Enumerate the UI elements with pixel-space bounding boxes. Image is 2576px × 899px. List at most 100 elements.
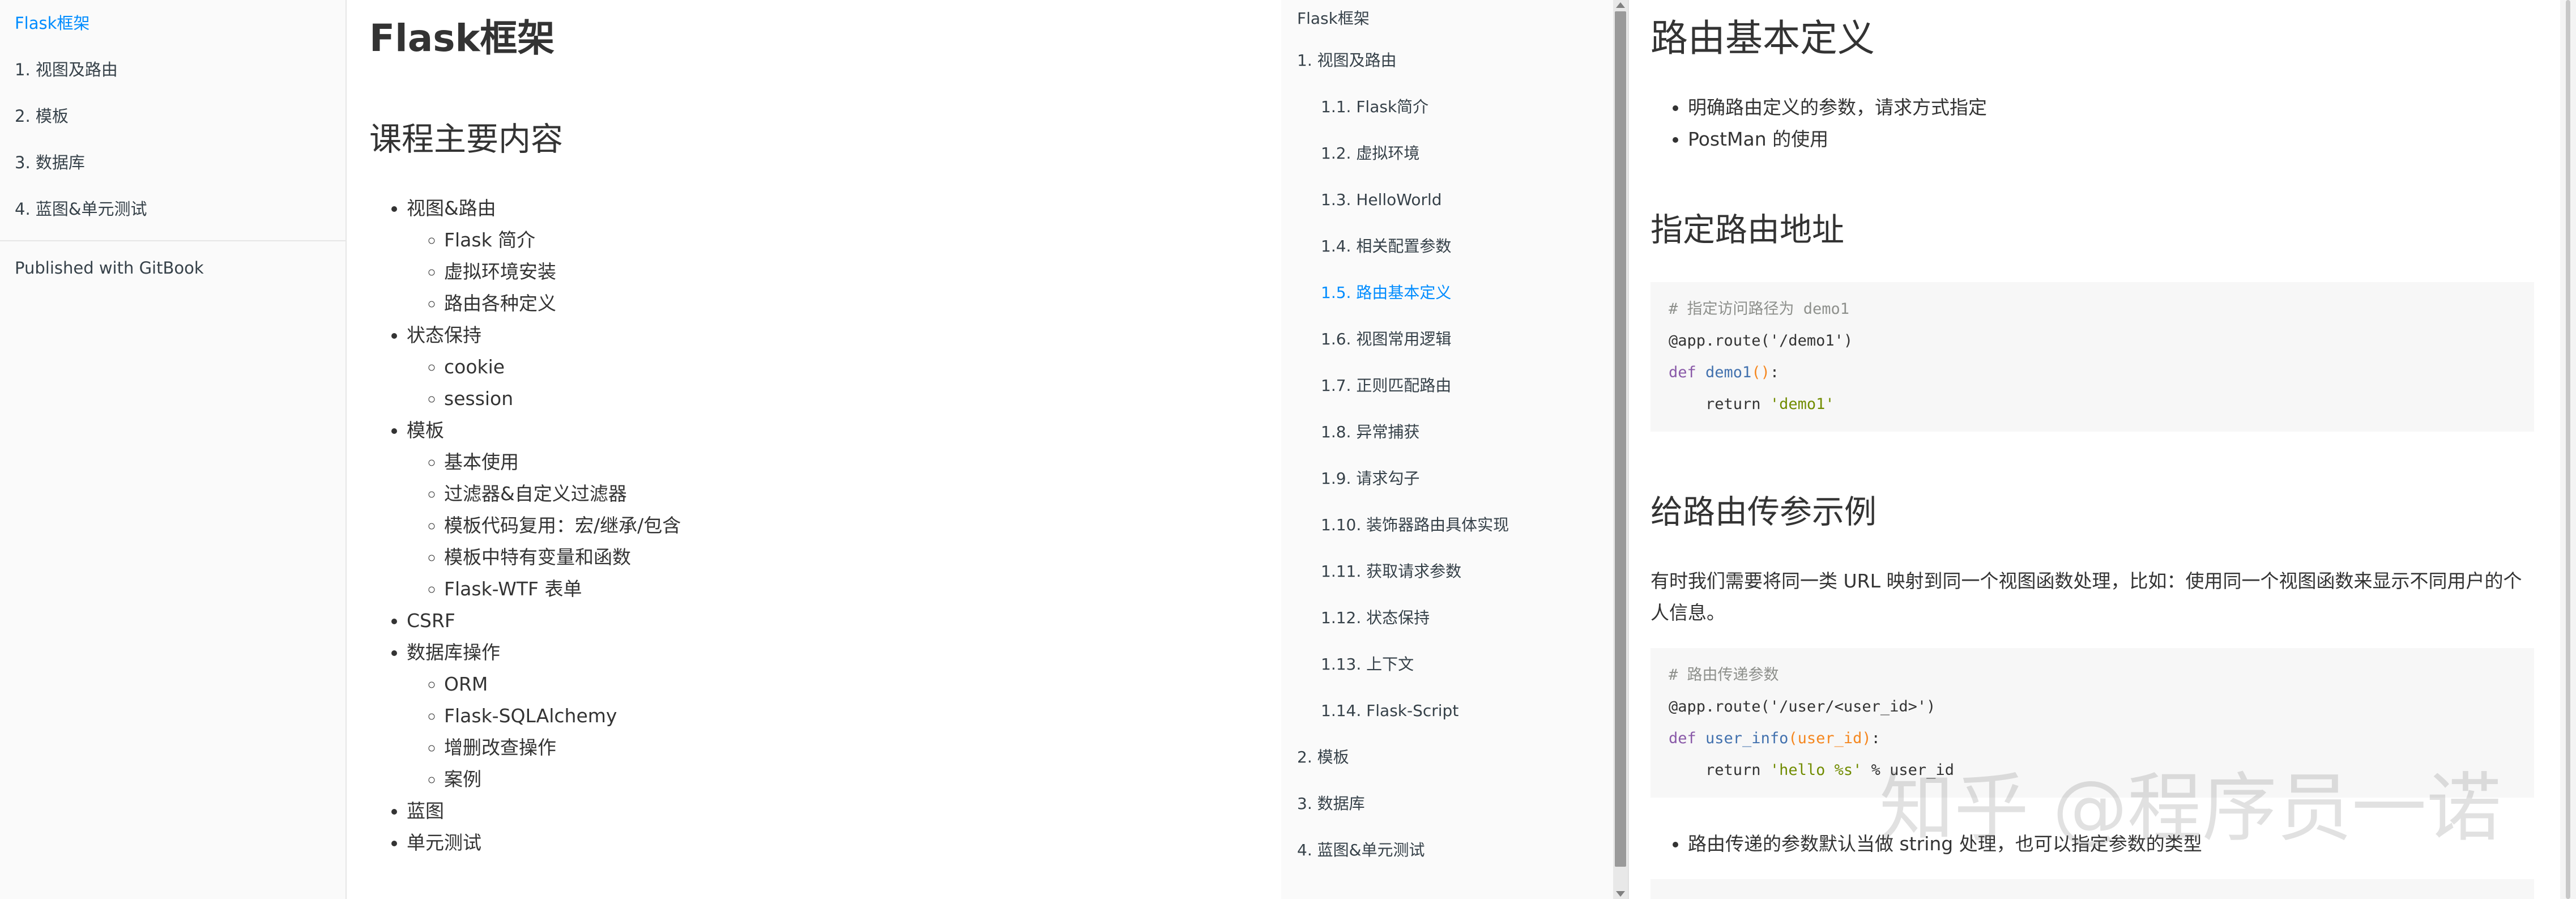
outline-subitem: ORM bbox=[444, 668, 681, 700]
code-token: return bbox=[1669, 761, 1770, 779]
code-token: @app.route('/user/<user_id>') bbox=[1669, 698, 1936, 715]
intro-bullet-list: 明确路由定义的参数，请求方式指定PostMan 的使用 bbox=[1650, 92, 1987, 155]
outline-subitem: 虚拟环境安装 bbox=[444, 256, 681, 288]
outline-subitem: 案例 bbox=[444, 764, 681, 795]
next-code-block bbox=[1650, 879, 2534, 899]
right-toc-item[interactable]: Flask框架 bbox=[1281, 0, 1628, 37]
page-title: Flask框架 bbox=[369, 16, 555, 60]
code-token: % bbox=[1862, 761, 1890, 779]
code-token: user_info bbox=[1705, 730, 1789, 747]
outline-sublist: cookiesession bbox=[407, 351, 681, 415]
outline-subitem: session bbox=[444, 383, 681, 415]
code-line: return 'demo1' bbox=[1669, 389, 2516, 420]
outline-subitem: 路由各种定义 bbox=[444, 288, 681, 319]
code-token: @app.route('/demo1') bbox=[1669, 332, 1853, 350]
code-token: return bbox=[1669, 395, 1770, 413]
outline-sublist: 基本使用过滤器&自定义过滤器模板代码复用：宏/继承/包含模板中特有变量和函数Fl… bbox=[407, 446, 681, 605]
code-token: user_id bbox=[1890, 761, 1954, 779]
outline-sublist: Flask 简介虚拟环境安装路由各种定义 bbox=[407, 224, 681, 319]
code-line: @app.route('/demo1') bbox=[1669, 325, 2516, 357]
code-token: def bbox=[1669, 730, 1706, 747]
left-book-sidebar: Flask框架 1. 视图及路由 2. 模板 3. 数据库 4. 蓝图&单元测试 Pub… bbox=[0, 0, 347, 899]
right-toc-item[interactable]: 4. 蓝图&单元测试 bbox=[1281, 827, 1628, 874]
code-line: # 路由传递参数 bbox=[1669, 659, 2516, 691]
code-token: () bbox=[1751, 364, 1770, 381]
right-toc-item[interactable]: 1.5. 路由基本定义 bbox=[1281, 270, 1628, 316]
right-toc-item[interactable]: 1.1. Flask简介 bbox=[1281, 84, 1628, 130]
right-toc-item[interactable]: 1.14. Flask-Script bbox=[1281, 688, 1628, 734]
right-toc-item[interactable]: 1.2. 虚拟环境 bbox=[1281, 130, 1628, 177]
outline-subitem: 模板中特有变量和函数 bbox=[444, 542, 681, 573]
left-toc-item[interactable]: 1. 视图及路由 bbox=[0, 46, 346, 93]
outline-subitem: 过滤器&自定义过滤器 bbox=[444, 478, 681, 510]
code-token: (user_id) bbox=[1788, 730, 1871, 747]
param-type-bullet-list: 路由传递的参数默认当做 string 处理，也可以指定参数的类型 bbox=[1650, 828, 2202, 860]
section-title: 路由基本定义 bbox=[1650, 16, 1875, 60]
right-toc-item[interactable]: 3. 数据库 bbox=[1281, 781, 1628, 827]
outline-item: 状态保持 cookiesession bbox=[407, 319, 681, 415]
route-params-paragraph: 有时我们需要将同一类 URL 映射到同一个视图函数处理，比如：使用同一个视图函数… bbox=[1650, 570, 2522, 624]
window-scrollbar-thumb[interactable] bbox=[2566, 0, 2570, 899]
outline-item-label: CSRF bbox=[407, 610, 455, 632]
code-token: : bbox=[1769, 364, 1780, 381]
right-toc-item[interactable]: 1.7. 正则匹配路由 bbox=[1281, 363, 1628, 409]
code-line: @app.route('/user/<user_id>') bbox=[1669, 691, 2516, 723]
right-toc-item[interactable]: 1. 视图及路由 bbox=[1281, 37, 1628, 84]
scroll-up-arrow-icon[interactable] bbox=[1616, 2, 1625, 8]
course-outline-list: 视图&路由 Flask 简介虚拟环境安装路由各种定义状态保持 cookiesessi… bbox=[369, 193, 681, 859]
code-token: # 指定访问路径为 demo1 bbox=[1669, 300, 1850, 318]
param-type-bullet: 路由传递的参数默认当做 string 处理，也可以指定参数的类型 bbox=[1688, 828, 2202, 860]
right-toc-list: Flask框架 1. 视图及路由 1.1. Flask简介 1.2. 虚拟环境 1.3.… bbox=[1281, 0, 1628, 874]
sidebar-scrollbar-thumb[interactable] bbox=[1615, 11, 1626, 867]
left-toc-item[interactable]: 3. 数据库 bbox=[0, 139, 346, 186]
right-toc-item[interactable]: 1.3. HelloWorld bbox=[1281, 177, 1628, 223]
outline-item-label: 蓝图 bbox=[407, 800, 444, 822]
intro-bullet: 明确路由定义的参数，请求方式指定 bbox=[1688, 92, 1987, 123]
code-token: : bbox=[1871, 730, 1880, 747]
screen: Flask框架 1. 视图及路由 2. 模板 3. 数据库 4. 蓝图&单元测试 Pub… bbox=[0, 0, 2576, 899]
outline-item-label: 模板 bbox=[407, 419, 444, 441]
course-outline-heading: 课程主要内容 bbox=[369, 121, 563, 158]
outline-subitem: cookie bbox=[444, 351, 681, 383]
outline-sublist: ORMFlask-SQLAlchemy增删改查操作案例 bbox=[407, 668, 681, 795]
outline-item: 单元测试 bbox=[407, 827, 681, 859]
right-toc-item[interactable]: 1.9. 请求勾子 bbox=[1281, 455, 1628, 502]
route-params-heading: 给路由传参示例 bbox=[1650, 493, 1876, 531]
code-line: def user_info(user_id): bbox=[1669, 723, 2516, 755]
published-with-gitbook-link[interactable]: Published with GitBook bbox=[0, 248, 346, 288]
right-toc-item[interactable]: 2. 模板 bbox=[1281, 734, 1628, 781]
route-code-block: # 指定访问路径为 demo1 @app.route('/demo1') def d… bbox=[1650, 282, 2534, 432]
outline-item-label: 单元测试 bbox=[407, 832, 481, 854]
outline-item-label: 状态保持 bbox=[407, 324, 481, 346]
outline-item: 数据库操作 ORMFlask-SQLAlchemy增删改查操作案例 bbox=[407, 637, 681, 795]
left-book-content: Flask框架 课程主要内容 视图&路由 Flask 简介虚拟环境安装路由各种定义… bbox=[369, 0, 1276, 899]
right-toc-item[interactable]: 1.4. 相关配置参数 bbox=[1281, 223, 1628, 270]
right-toc-item[interactable]: 1.11. 获取请求参数 bbox=[1281, 548, 1628, 595]
left-toc-item[interactable]: 4. 蓝图&单元测试 bbox=[0, 186, 346, 232]
outline-subitem: Flask-WTF 表单 bbox=[444, 573, 681, 605]
right-toc-item[interactable]: 1.13. 上下文 bbox=[1281, 641, 1628, 688]
outline-subitem: Flask 简介 bbox=[444, 224, 681, 256]
code-token: 'demo1' bbox=[1769, 395, 1835, 413]
right-toc-item[interactable]: 1.8. 异常捕获 bbox=[1281, 409, 1628, 455]
right-book-window: Flask框架 1. 视图及路由 1.1. Flask简介 1.2. 虚拟环境 1.3.… bbox=[1281, 0, 2576, 899]
sidebar-scrollbar[interactable] bbox=[1613, 0, 1628, 899]
left-toc-list: Flask框架 1. 视图及路由 2. 模板 3. 数据库 4. 蓝图&单元测试 bbox=[0, 0, 346, 232]
right-book-content: 路由基本定义 明确路由定义的参数，请求方式指定PostMan 的使用 指定路由地… bbox=[1650, 0, 2547, 899]
right-toc-item[interactable]: 1.10. 装饰器路由具体实现 bbox=[1281, 502, 1628, 548]
window-scrollbar[interactable] bbox=[2560, 0, 2576, 899]
outline-item: 视图&路由 Flask 简介虚拟环境安装路由各种定义 bbox=[407, 193, 681, 319]
right-toc-item[interactable]: 1.12. 状态保持 bbox=[1281, 595, 1628, 641]
code-token: 'hello %s' bbox=[1769, 761, 1862, 779]
code-line: def demo1(): bbox=[1669, 357, 2516, 389]
left-toc-item[interactable]: Flask框架 bbox=[0, 0, 346, 46]
outline-subitem: 增删改查操作 bbox=[444, 732, 681, 764]
code-token: def bbox=[1669, 364, 1706, 381]
outline-item-label: 数据库操作 bbox=[407, 641, 500, 663]
outline-subitem: 模板代码复用：宏/继承/包含 bbox=[444, 510, 681, 542]
scroll-down-arrow-icon[interactable] bbox=[1616, 891, 1625, 897]
left-toc-item[interactable]: 2. 模板 bbox=[0, 93, 346, 139]
right-toc-item[interactable]: 1.6. 视图常用逻辑 bbox=[1281, 316, 1628, 363]
route-address-heading: 指定路由地址 bbox=[1650, 211, 1844, 249]
code-line: # 指定访问路径为 demo1 bbox=[1669, 293, 2516, 325]
